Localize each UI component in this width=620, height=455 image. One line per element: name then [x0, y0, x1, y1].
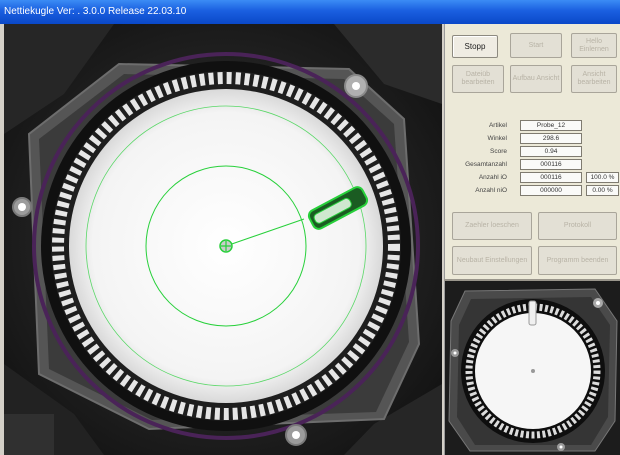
winkel-field: 298.6 — [520, 133, 582, 144]
winkel-label: Winkel — [487, 135, 507, 142]
window-title: Nettiekugle Ver: . 3.0.0 Release 22.03.1… — [4, 6, 187, 17]
gesamtanzahl-label: Gesamtanzahl — [465, 161, 507, 168]
edit-view-button[interactable]: Ansicht bearbeiten — [571, 65, 617, 93]
anzahl-io-percent: 100.0 % — [586, 172, 619, 183]
anzahl-io-label: Anzahl iO — [478, 174, 507, 181]
setup-view-button[interactable]: Aufbau Ansicht — [510, 65, 562, 93]
stop-button[interactable]: Stopp — [452, 35, 498, 58]
score-field: 0.94 — [520, 146, 582, 157]
secondary-camera-view — [444, 281, 620, 455]
edit-file-button[interactable]: Dateiüb bearbeiten — [452, 65, 504, 93]
settings-button[interactable]: Neubaut Einstellungen — [452, 246, 532, 275]
exit-program-button[interactable]: Programm beenden — [538, 246, 617, 275]
anzahl-nio-label: Anzahl niO — [475, 187, 507, 194]
anzahl-io-field: 000116 — [520, 172, 582, 183]
protocol-button[interactable]: Protokoll — [538, 212, 617, 240]
reset-counter-button[interactable]: Zaehler loeschen — [452, 212, 532, 240]
start-button[interactable]: Start — [510, 33, 562, 58]
secondary-camera-image — [445, 281, 620, 455]
main-camera-image — [4, 24, 442, 455]
artikel-label: Artikel — [488, 122, 507, 129]
anzahl-nio-field: 000000 — [520, 185, 582, 196]
teach-in-button[interactable]: Hello Einlernen — [571, 33, 617, 58]
gesamtanzahl-field: 000116 — [520, 159, 582, 170]
window-titlebar: Nettiekugle Ver: . 3.0.0 Release 22.03.1… — [0, 0, 620, 24]
control-panel: Stopp Start Hello Einlernen Dateiüb bear… — [444, 24, 620, 279]
anzahl-nio-percent: 0.00 % — [586, 185, 619, 196]
score-label: Score — [490, 148, 507, 155]
artikel-field: Probe_12 — [520, 120, 582, 131]
main-camera-view — [4, 24, 442, 455]
